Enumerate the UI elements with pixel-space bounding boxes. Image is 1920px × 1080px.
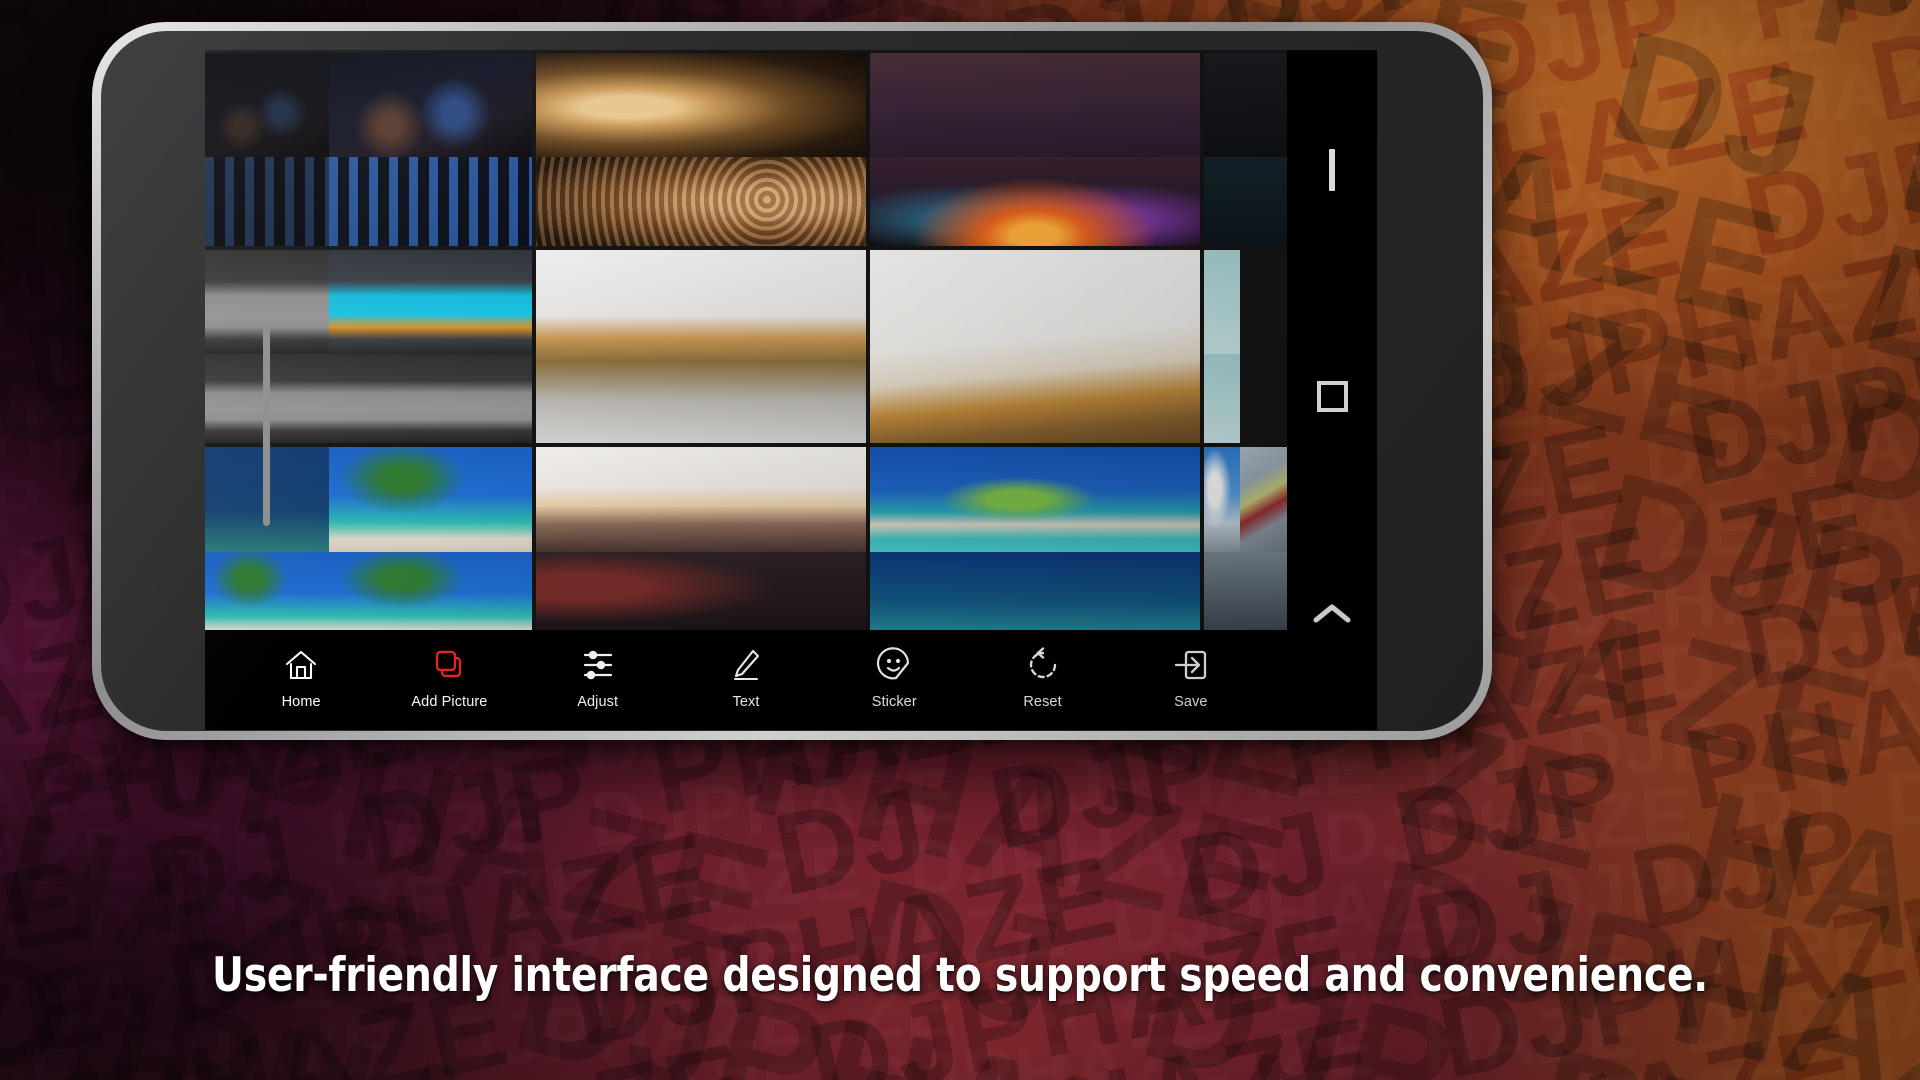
- photo-quadrant: [1204, 354, 1241, 443]
- toolbar-item-label: Reset: [1023, 693, 1062, 710]
- photo-quadrant: [1204, 157, 1299, 246]
- toolbar-item-save[interactable]: Save: [1131, 645, 1251, 710]
- nav-home-button[interactable]: [1287, 290, 1377, 502]
- collage-cell-dj-booth[interactable]: [205, 53, 532, 246]
- toolbar-item-reset[interactable]: Reset: [983, 645, 1103, 710]
- toolbar-item-adjust[interactable]: Adjust: [538, 645, 658, 710]
- phone-screen-surround: Home Add Picture Adjust Text Sticker Res…: [101, 31, 1483, 731]
- photo-quadrant: [870, 551, 1200, 641]
- photo-collage-grid[interactable]: [205, 50, 1299, 641]
- square-icon: [1316, 380, 1348, 412]
- photo-quadrant: [870, 53, 1200, 158]
- photo-quadrant: [329, 551, 532, 641]
- photo-quadrant: [1204, 250, 1241, 355]
- photo-quadrant: [1204, 53, 1299, 158]
- collage-cell-misty-pines[interactable]: [536, 250, 866, 443]
- collage-cell-dry-leaf[interactable]: [1204, 250, 1299, 443]
- toolbar-item-label: Text: [732, 693, 760, 710]
- save-icon: [1171, 645, 1211, 685]
- photo-quadrant: [329, 447, 532, 552]
- toolbar-item-home[interactable]: Home: [241, 645, 361, 710]
- app-screen: Home Add Picture Adjust Text Sticker Res…: [205, 50, 1377, 730]
- photo-quadrant: [870, 250, 1200, 443]
- toolbar-item-label: Home: [281, 693, 321, 710]
- photo-quadrant: [1204, 447, 1241, 552]
- pencil-icon: [726, 645, 766, 685]
- photo-quadrant: [1204, 551, 1241, 641]
- photo-quadrant: [329, 53, 532, 158]
- collage-cell-neon-city[interactable]: [870, 53, 1200, 246]
- toolbar-item-label: Adjust: [577, 693, 619, 710]
- collage-cell-blue-lake[interactable]: [205, 250, 532, 443]
- home-icon: [281, 645, 321, 685]
- collage-cell-island[interactable]: [870, 447, 1200, 641]
- photo-quadrant: [870, 447, 1200, 552]
- photo-quadrant: [329, 250, 532, 355]
- nav-recents-button[interactable]: [1287, 50, 1377, 290]
- phone-device: Home Add Picture Adjust Text Sticker Res…: [92, 22, 1492, 740]
- collage-cell-cassette[interactable]: [1204, 53, 1299, 246]
- collage-cell-sunlit-rock[interactable]: [870, 250, 1200, 443]
- promo-caption: User-friendly interface designed to supp…: [212, 948, 1708, 1003]
- collage-cell-turntable[interactable]: [536, 53, 866, 246]
- photo-quadrant: [536, 250, 866, 443]
- photo-quadrant: [536, 53, 866, 158]
- photo-quadrant: [205, 53, 330, 158]
- editor-toolbar: Home Add Picture Adjust Text Sticker Res…: [205, 630, 1287, 730]
- toolbar-item-label: Save: [1174, 693, 1208, 710]
- toolbar-item-sticker[interactable]: Sticker: [834, 645, 954, 710]
- sliders-icon: [578, 645, 618, 685]
- photo-quadrant: [536, 551, 866, 641]
- photo-quadrant: [870, 157, 1200, 246]
- photo-quadrant: [205, 551, 330, 641]
- chevron-up-icon: [1309, 599, 1355, 634]
- photo-quadrant: [329, 354, 532, 443]
- toolbar-item-label: Sticker: [871, 693, 917, 710]
- photo-quadrant: [536, 157, 866, 246]
- nav-back-button[interactable]: [1287, 502, 1377, 730]
- add-picture-icon: [429, 645, 469, 685]
- smiley-icon: [874, 645, 914, 685]
- collage-scrollbar-thumb[interactable]: [263, 326, 270, 526]
- toolbar-item-text[interactable]: Text: [686, 645, 806, 710]
- collage-cell-woman-cliff[interactable]: [536, 447, 866, 641]
- vertical-bar-icon: [1329, 149, 1335, 191]
- android-navigation-bar: [1287, 50, 1377, 730]
- photo-quadrant: [329, 157, 532, 246]
- photo-quadrant: [536, 447, 866, 552]
- photo-quadrant: [205, 157, 330, 246]
- collage-scrollbar[interactable]: [263, 326, 270, 526]
- toolbar-item-label: Add Picture: [411, 693, 488, 710]
- reset-icon: [1023, 645, 1063, 685]
- collage-cell-palm-beach[interactable]: [205, 447, 532, 641]
- toolbar-item-add-picture[interactable]: Add Picture: [389, 645, 509, 710]
- collage-cell-sky-plane[interactable]: [1204, 447, 1299, 641]
